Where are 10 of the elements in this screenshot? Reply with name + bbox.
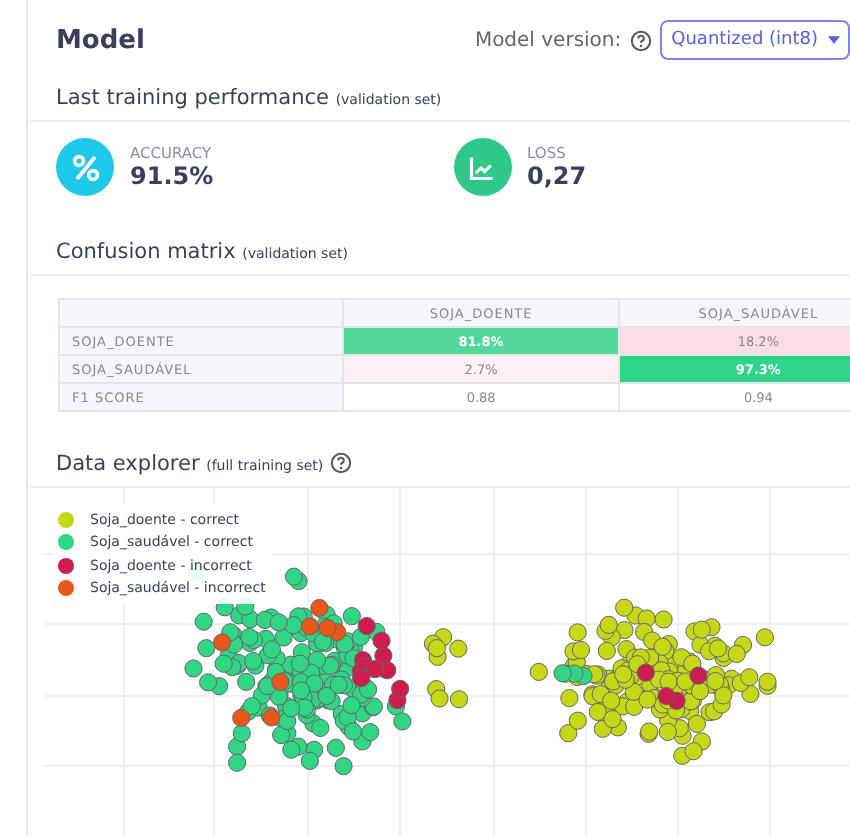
version-label: Model version: <box>474 29 622 51</box>
metric-value: 0,27 <box>527 162 587 190</box>
chart-icon <box>453 138 511 196</box>
percent-icon <box>56 138 114 196</box>
help-icon[interactable] <box>329 452 352 474</box>
panel-title: Model <box>56 25 145 55</box>
help-icon[interactable] <box>629 29 652 51</box>
caret-icon <box>828 36 840 44</box>
metric-value: 91.5% <box>130 162 214 190</box>
model-version-dropdown[interactable]: Quantized (int8) <box>659 20 850 60</box>
